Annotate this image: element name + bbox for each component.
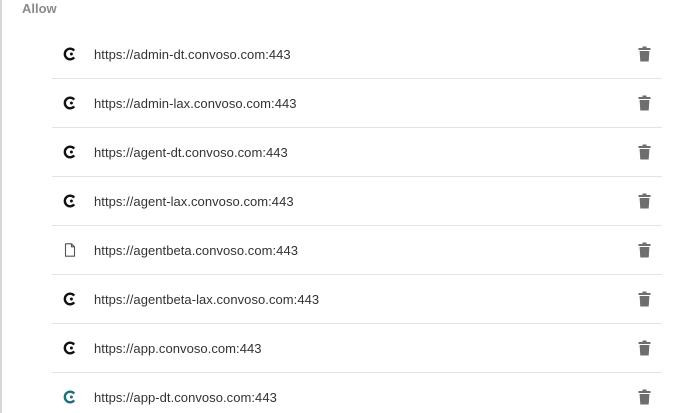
site-row[interactable]: https://agentbeta-lax.convoso.com:443 bbox=[52, 275, 662, 324]
site-row[interactable]: https://agent-dt.convoso.com:443 bbox=[52, 128, 662, 177]
site-row[interactable]: https://agent-lax.convoso.com:443 bbox=[52, 177, 662, 226]
convoso-logo-icon bbox=[60, 289, 80, 309]
site-url: https://admin-lax.convoso.com:443 bbox=[94, 95, 297, 111]
left-border bbox=[0, 0, 2, 413]
trash-icon bbox=[638, 95, 651, 111]
site-row[interactable]: https://app-dt.convoso.com:443 bbox=[52, 373, 662, 413]
trash-icon bbox=[638, 291, 651, 307]
delete-site-button[interactable] bbox=[635, 240, 653, 260]
site-url: https://agent-lax.convoso.com:443 bbox=[94, 193, 294, 209]
site-url: https://admin-dt.convoso.com:443 bbox=[94, 46, 291, 62]
convoso-logo-icon bbox=[60, 142, 80, 162]
delete-site-button[interactable] bbox=[635, 142, 653, 162]
site-url: https://agentbeta-lax.convoso.com:443 bbox=[94, 291, 320, 307]
trash-icon bbox=[638, 193, 651, 209]
site-url: https://agentbeta.convoso.com:443 bbox=[94, 242, 299, 258]
site-url: https://app-dt.convoso.com:443 bbox=[94, 389, 277, 405]
convoso-logo-icon bbox=[60, 338, 80, 358]
allow-section-title: Allow bbox=[22, 1, 57, 16]
delete-site-button[interactable] bbox=[635, 93, 653, 113]
trash-icon bbox=[638, 144, 651, 160]
convoso-logo-icon bbox=[60, 191, 80, 211]
delete-site-button[interactable] bbox=[635, 191, 653, 211]
convoso-logo-icon bbox=[60, 387, 80, 407]
trash-icon bbox=[638, 46, 651, 62]
site-url: https://agent-dt.convoso.com:443 bbox=[94, 144, 288, 160]
convoso-logo-icon bbox=[60, 93, 80, 113]
delete-site-button[interactable] bbox=[635, 289, 653, 309]
trash-icon bbox=[638, 340, 651, 356]
site-row[interactable]: https://agentbeta.convoso.com:443 bbox=[52, 226, 662, 275]
site-row[interactable]: https://admin-dt.convoso.com:443 bbox=[52, 30, 662, 79]
delete-site-button[interactable] bbox=[635, 338, 653, 358]
delete-site-button[interactable] bbox=[635, 44, 653, 64]
page-icon bbox=[60, 240, 80, 260]
site-row[interactable]: https://admin-lax.convoso.com:443 bbox=[52, 79, 662, 128]
convoso-logo-icon bbox=[60, 44, 80, 64]
trash-icon bbox=[638, 389, 651, 405]
trash-icon bbox=[638, 242, 651, 258]
delete-site-button[interactable] bbox=[635, 387, 653, 407]
site-row[interactable]: https://app.convoso.com:443 bbox=[52, 324, 662, 373]
allowed-sites-list: https://admin-dt.convoso.com:443 https://… bbox=[52, 30, 662, 413]
site-url: https://app.convoso.com:443 bbox=[94, 340, 262, 356]
site-permissions-panel: Allow https://admin-dt.convoso.com:443 ht… bbox=[0, 0, 681, 413]
